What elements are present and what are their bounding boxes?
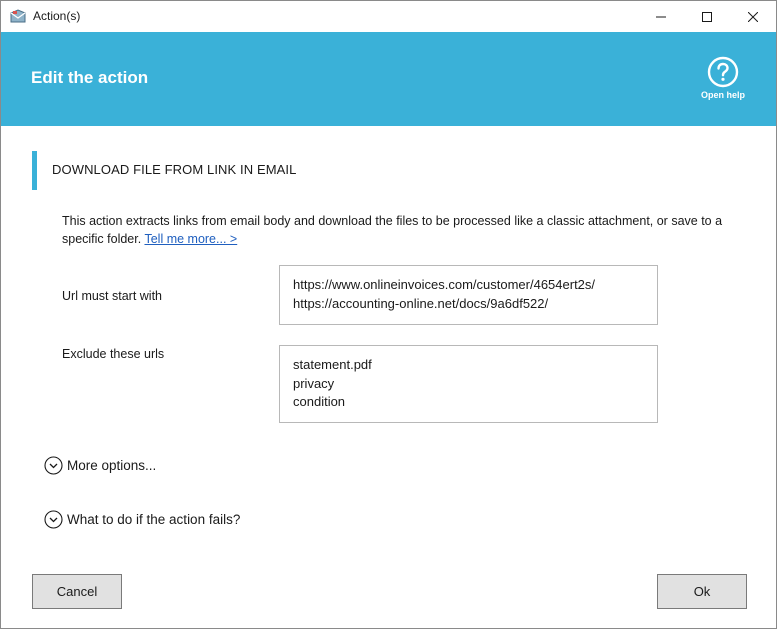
action-description: This action extracts links from email bo…	[62, 212, 762, 248]
more-options-label: More options...	[67, 458, 157, 473]
on-fail-label: What to do if the action fails?	[67, 512, 241, 527]
window-title: Action(s)	[33, 9, 81, 23]
cancel-button[interactable]: Cancel	[32, 574, 122, 609]
tell-me-more-link[interactable]: Tell me more... >	[144, 232, 237, 246]
url-start-label: Url must start with	[62, 289, 163, 303]
minimize-button[interactable]	[638, 1, 684, 32]
chevron-down-circle-icon	[44, 510, 63, 529]
header-banner: Edit the action Open help	[1, 32, 776, 126]
close-icon	[748, 11, 758, 22]
maximize-icon	[702, 11, 712, 22]
more-options-expander[interactable]: More options...	[44, 456, 156, 475]
ok-button[interactable]: Ok	[657, 574, 747, 609]
close-button[interactable]	[730, 1, 776, 32]
chevron-down-circle-icon	[44, 456, 63, 475]
help-label: Open help	[700, 90, 745, 100]
minimize-icon	[656, 16, 666, 17]
on-fail-expander[interactable]: What to do if the action fails?	[44, 510, 240, 529]
app-envelope-icon	[10, 9, 26, 24]
page-title: Edit the action	[31, 68, 149, 87]
section-accent-bar	[32, 151, 37, 190]
url-start-input[interactable]: https://www.onlineinvoices.com/customer/…	[279, 265, 658, 325]
open-help-button[interactable]: Open help	[698, 56, 748, 106]
section-title: DOWNLOAD FILE FROM LINK IN EMAIL	[52, 162, 297, 177]
maximize-button[interactable]	[684, 1, 730, 32]
exclude-urls-input[interactable]: statement.pdf privacy condition	[279, 345, 658, 423]
help-question-icon	[707, 56, 739, 88]
exclude-urls-label: Exclude these urls	[62, 347, 165, 361]
title-bar: Action(s)	[1, 1, 776, 32]
